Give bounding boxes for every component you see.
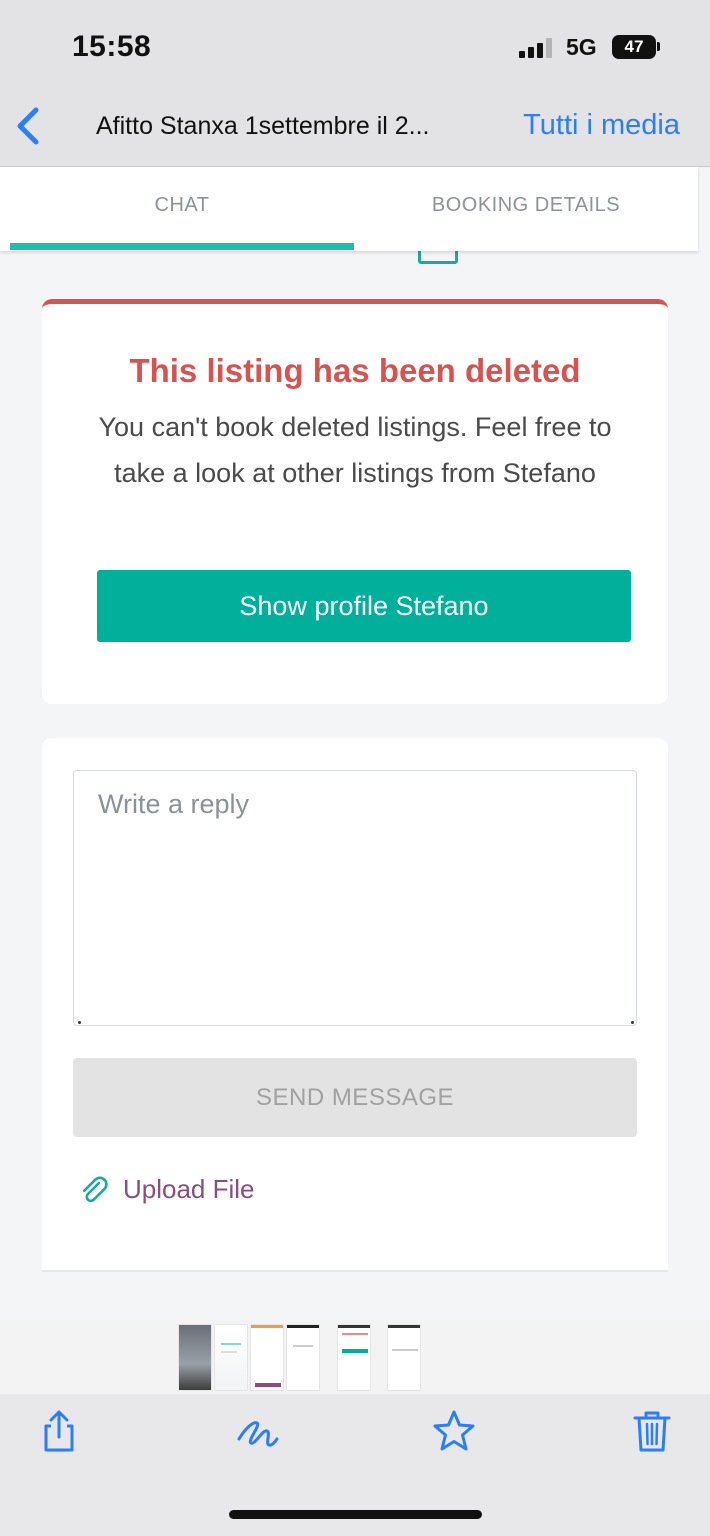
nav-bar: Afitto Stanxa 1settembre il 2... Tutti i… — [0, 90, 710, 167]
thumbnail[interactable] — [250, 1324, 284, 1391]
markup-icon[interactable] — [235, 1409, 279, 1453]
thumbnail[interactable] — [214, 1324, 248, 1391]
thumbnail[interactable] — [337, 1324, 371, 1391]
resize-grip-icon[interactable] — [631, 1021, 634, 1024]
reply-card: Write a reply SEND MESSAGE Upload File — [42, 738, 668, 1328]
trash-icon[interactable] — [630, 1409, 674, 1453]
paperclip-icon — [82, 1176, 108, 1203]
battery-nub — [657, 42, 660, 51]
reply-textarea[interactable]: Write a reply — [73, 770, 637, 1026]
battery-icon: 47 — [612, 35, 656, 59]
show-profile-button[interactable]: Show profile Stefano — [97, 570, 631, 642]
status-bar: 15:58 5G 47 — [0, 0, 710, 90]
thumbnail-strip[interactable] — [0, 1320, 710, 1394]
tab-booking-details[interactable]: BOOKING DETAILS — [354, 167, 698, 251]
chevron-left-icon[interactable] — [14, 106, 44, 146]
all-media-link[interactable]: Tutti i media — [523, 109, 680, 142]
deleted-title: This listing has been deleted — [129, 352, 581, 389]
reply-placeholder: Write a reply — [98, 789, 250, 819]
nav-title: Afitto Stanxa 1settembre il 2... — [96, 112, 430, 140]
deleted-listing-card: This listing has been deleted You can't … — [42, 299, 668, 704]
network-label: 5G — [566, 34, 597, 60]
tab-chat[interactable]: CHAT — [10, 167, 354, 251]
status-time: 15:58 — [72, 30, 152, 63]
resize-dot-left — [78, 1021, 81, 1024]
deleted-message: You can't book deleted listings. Feel fr… — [98, 412, 612, 488]
thumbnail[interactable] — [178, 1324, 212, 1391]
send-message-button[interactable]: SEND MESSAGE — [73, 1058, 637, 1137]
star-icon[interactable] — [432, 1409, 476, 1453]
thumbnail[interactable] — [286, 1324, 320, 1391]
share-icon[interactable] — [37, 1409, 81, 1453]
signal-icon — [519, 38, 552, 58]
bottom-toolbar — [0, 1394, 710, 1536]
upload-file-label: Upload File — [123, 1174, 255, 1204]
home-indicator[interactable] — [229, 1510, 482, 1519]
active-tab-indicator — [10, 243, 354, 250]
tab-bar: CHAT BOOKING DETAILS — [0, 167, 698, 251]
thumbnail[interactable] — [387, 1324, 421, 1391]
